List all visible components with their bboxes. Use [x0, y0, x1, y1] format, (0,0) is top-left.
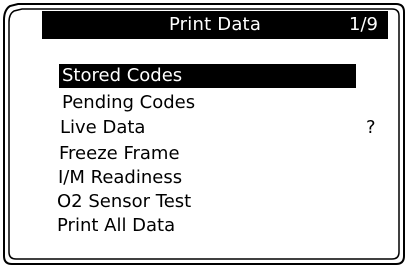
- menu-item-o2-sensor-test[interactable]: O2 Sensor Test: [54, 190, 191, 214]
- menu-item-freeze-frame[interactable]: Freeze Frame: [56, 142, 180, 166]
- menu-item-label: Pending Codes: [62, 92, 196, 113]
- menu-item-label: O2 Sensor Test: [57, 191, 192, 212]
- menu-item-print-all-data[interactable]: Print All Data: [54, 214, 175, 238]
- menu-item-label: Live Data: [60, 117, 146, 138]
- menu-item-label: Freeze Frame: [59, 143, 180, 164]
- menu-item-im-readiness[interactable]: I/M Readiness: [55, 166, 182, 190]
- menu-item-live-data[interactable]: Live Data: [57, 116, 145, 140]
- menu-item-label: Print All Data: [57, 215, 176, 236]
- menu-item-label: Stored Codes: [62, 65, 183, 86]
- header-bar: Print Data 1/9: [42, 11, 388, 39]
- menu-item-stored-codes[interactable]: Stored Codes: [59, 64, 356, 88]
- page-indicator: 1/9: [349, 14, 378, 35]
- live-data-status-mark: ?: [366, 117, 376, 138]
- menu-item-pending-codes[interactable]: Pending Codes: [59, 91, 195, 115]
- page-title: Print Data: [168, 14, 262, 35]
- menu-item-label: I/M Readiness: [58, 167, 183, 188]
